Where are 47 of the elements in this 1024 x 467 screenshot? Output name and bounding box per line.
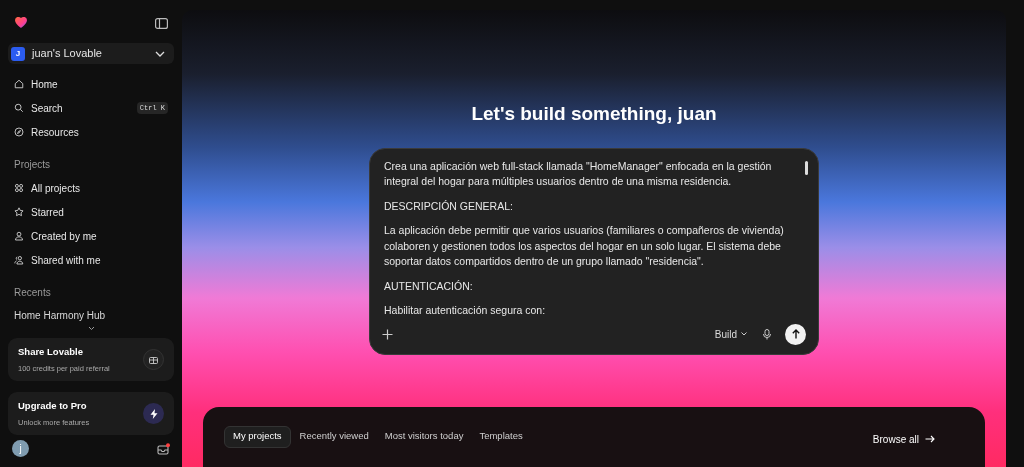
sidebar-toggle-icon[interactable] <box>155 17 168 29</box>
section-heading: Recents <box>13 285 52 300</box>
workspace-selector[interactable]: J juan's Lovable <box>8 43 174 64</box>
prompt-paragraph: Crea una aplicación web full-stack llamada "HomeManager" enfocada en la gestión integral del hogar para múltiples usuarios dentro de una misma residencia. <box>384 158 773 189</box>
tab[interactable]: My projects <box>224 425 291 448</box>
chevron-down-icon[interactable] <box>87 326 95 331</box>
sidebar-item-label[interactable]: Resources <box>31 124 79 140</box>
people-icon <box>14 255 24 265</box>
browse-all-link[interactable]: Browse all <box>872 431 935 447</box>
arrow-right-icon <box>925 435 935 443</box>
compass-icon <box>14 127 24 137</box>
arrow-up-icon <box>791 329 800 339</box>
grid-icon <box>14 183 24 193</box>
person-icon <box>14 231 24 241</box>
home-icon <box>14 79 24 89</box>
prompt-paragraph: AUTENTICACIÓN: <box>384 278 474 294</box>
lightning-icon[interactable] <box>143 403 164 424</box>
sidebar-item-label[interactable]: Shared with me <box>31 252 101 268</box>
search-icon <box>14 103 24 113</box>
card-title: Share Lovable <box>18 345 84 360</box>
tab[interactable]: Most visitors today <box>377 425 471 448</box>
sidebar-item-label[interactable]: Home <box>31 76 58 92</box>
prompt-paragraph: DESCRIPCIÓN GENERAL: <box>384 198 514 214</box>
card-title: Upgrade to Pro <box>18 399 88 414</box>
chevron-down-icon <box>741 332 747 336</box>
sidebar-item-label[interactable]: Created by me <box>31 228 97 244</box>
scrollbar-thumb[interactable] <box>805 160 808 175</box>
sidebar-item-label[interactable]: Search <box>31 100 63 116</box>
page-heading: Let's build something, juan <box>471 102 717 126</box>
send-button[interactable] <box>785 323 806 345</box>
recent-project[interactable]: Home Harmony Hub <box>8 304 174 326</box>
mode-dropdown[interactable]: Build <box>714 326 747 342</box>
chevron-down-icon <box>155 50 165 57</box>
prompt-paragraph: La aplicación debe permitir que varios usuarios (familiares o compañeros de vivienda) colaboren y gestionen todos los aspectos del hogar en un solo lugar. El sistema debe soportar datos compartidos dentro de un grupo llamado "residencia". <box>384 223 785 269</box>
tab[interactable]: Recently viewed <box>292 425 376 448</box>
workspace-avatar: J <box>11 46 25 61</box>
heart-logo-icon[interactable] <box>14 16 28 30</box>
sidebar-item-label[interactable]: Starred <box>31 204 64 220</box>
sidebar-item-label[interactable]: All projects <box>31 180 80 196</box>
plus-icon[interactable] <box>382 328 393 340</box>
gift-icon[interactable] <box>143 349 164 370</box>
star-icon <box>14 207 24 217</box>
inbox-icon[interactable] <box>157 442 170 455</box>
section-heading: Projects <box>13 157 52 172</box>
prompt-paragraph: Habilitar autenticación segura con: <box>384 303 547 318</box>
microphone-icon[interactable] <box>763 328 771 340</box>
tab[interactable]: Templates <box>472 425 530 448</box>
